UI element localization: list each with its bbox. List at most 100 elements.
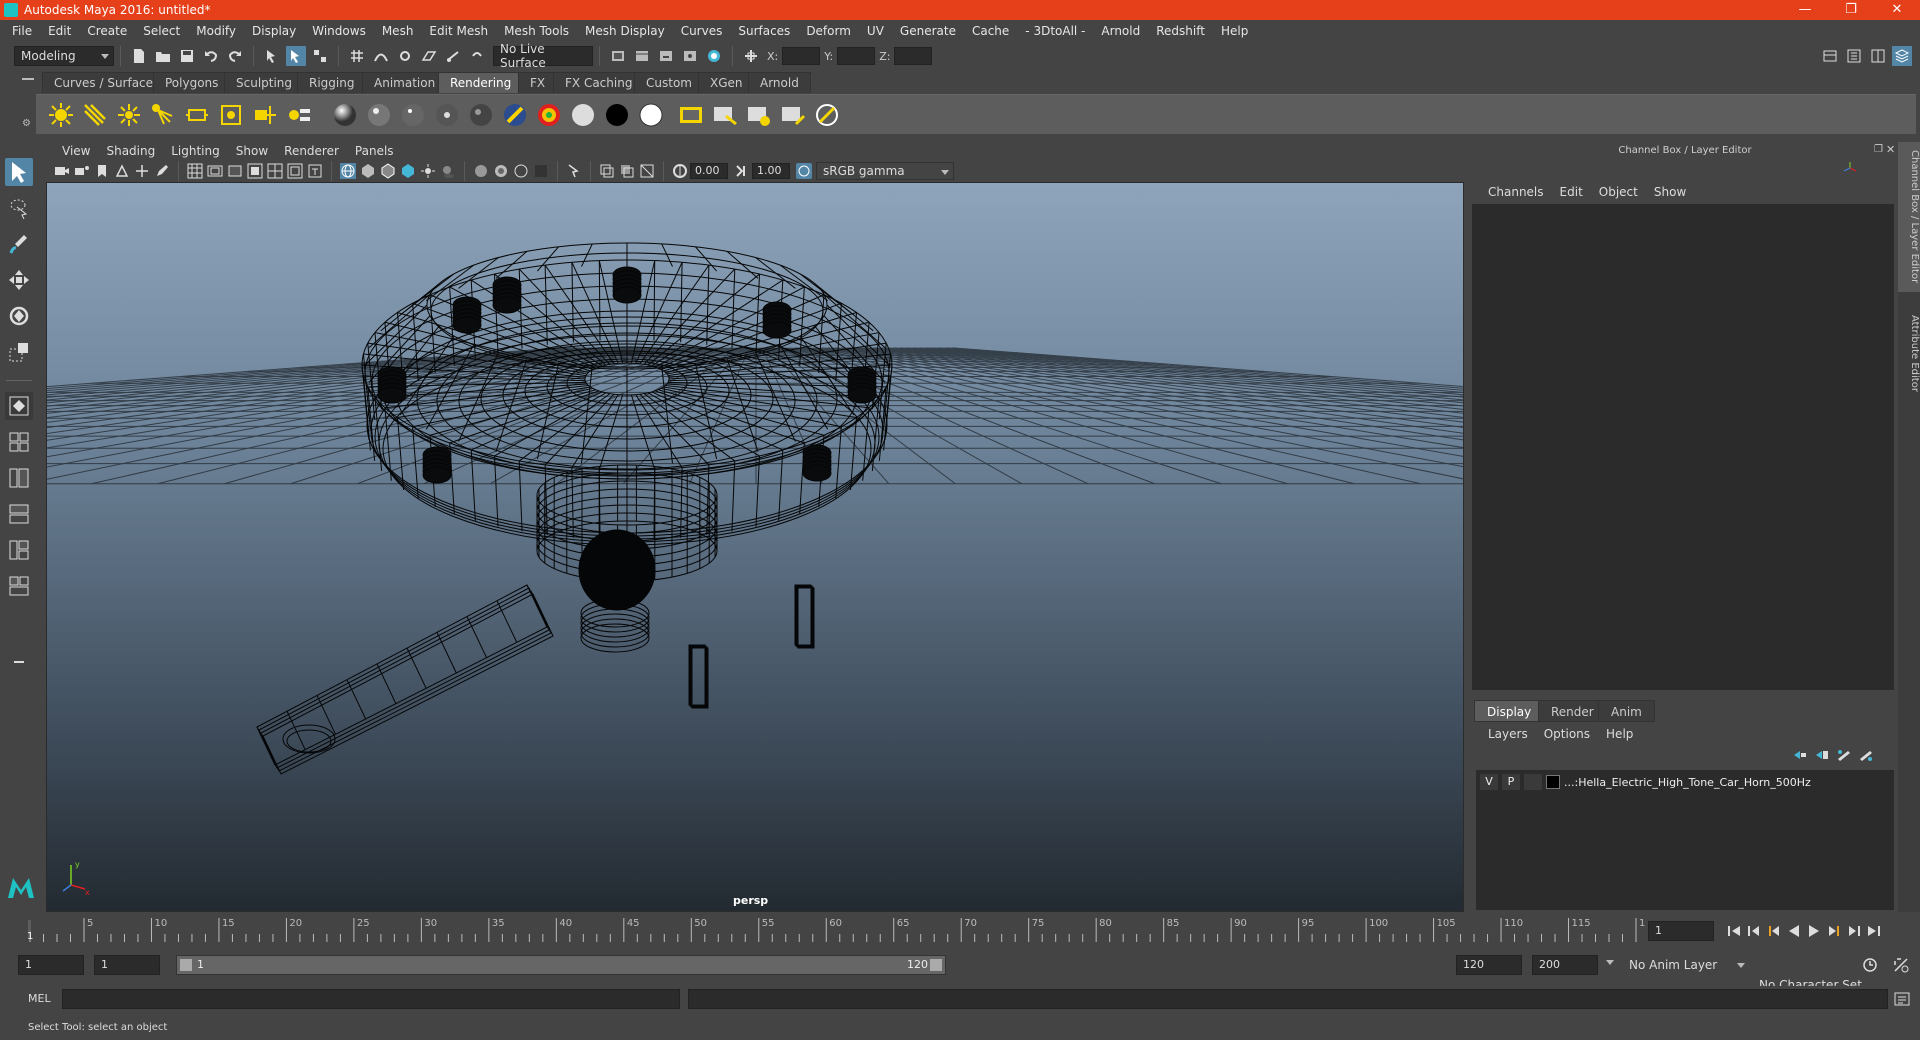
layer-color-swatch[interactable] <box>1546 775 1560 789</box>
select-hierarchy-icon[interactable] <box>262 46 282 66</box>
2d-pan-zoom-icon[interactable] <box>134 163 150 179</box>
snap-curve-icon[interactable] <box>371 46 391 66</box>
step-forward-frame-icon[interactable] <box>1846 923 1862 939</box>
shelf-tab-polygons[interactable]: Polygons <box>153 72 231 93</box>
render-frame-icon[interactable] <box>656 46 676 66</box>
field-chart-icon[interactable] <box>267 163 283 179</box>
channel-box-menu-edit[interactable]: Edit <box>1552 185 1591 199</box>
blinn-material-icon[interactable] <box>364 100 394 130</box>
anisotropic-material-icon[interactable] <box>432 100 462 130</box>
layer-menu-help[interactable]: Help <box>1598 727 1641 741</box>
gamma-field[interactable]: 1.00 <box>752 163 790 179</box>
minimize-button[interactable]: — <box>1782 0 1828 20</box>
area-light-icon[interactable] <box>182 100 212 130</box>
mel-label[interactable]: MEL <box>28 992 51 1005</box>
anim-layer-selector[interactable]: No Anim Layer <box>1622 955 1750 975</box>
range-slider[interactable]: 1 120 <box>176 955 946 975</box>
ambient-light-icon[interactable] <box>46 100 76 130</box>
shelf-tab-rendering[interactable]: Rendering <box>438 72 524 93</box>
shelf-tab-curves-surfaces[interactable]: Curves / Surfaces <box>42 72 172 93</box>
depth-of-field-icon[interactable] <box>533 163 549 179</box>
render-current-frame-icon[interactable] <box>710 100 740 130</box>
auto-key-icon[interactable] <box>1862 956 1880 977</box>
xray-components-icon[interactable] <box>639 163 655 179</box>
shadows-icon[interactable] <box>440 163 456 179</box>
directional-light-icon[interactable] <box>80 100 110 130</box>
hypershade-layout-icon[interactable] <box>5 572 33 600</box>
shelf-settings-icon[interactable]: ⚙ <box>22 118 31 129</box>
persp-outliner-layout-icon[interactable] <box>5 464 33 492</box>
side-tab-channel-box[interactable]: Channel Box / Layer Editor <box>1898 142 1920 292</box>
channel-box-menu-object[interactable]: Object <box>1591 185 1646 199</box>
layer-row[interactable]: V P ...:Hella_Electric_High_Tone_Car_Hor… <box>1480 774 1890 790</box>
render-layer-icon[interactable] <box>284 100 314 130</box>
menu-arnold[interactable]: Arnold <box>1093 24 1148 38</box>
layer-name[interactable]: ...:Hella_Electric_High_Tone_Car_Horn_50… <box>1564 776 1811 789</box>
menu-windows[interactable]: Windows <box>304 24 374 38</box>
close-button[interactable]: ✕ <box>1874 0 1920 20</box>
wireframe-on-shaded-icon[interactable] <box>380 163 396 179</box>
menu-modify[interactable]: Modify <box>188 24 244 38</box>
transform-constraint-icon[interactable] <box>741 46 761 66</box>
range-slider-start-handle[interactable] <box>180 959 192 971</box>
hypershade-icon[interactable] <box>704 46 724 66</box>
move-layer-up-icon[interactable] <box>1792 748 1808 765</box>
toolbox-collapse-icon[interactable] <box>5 648 33 676</box>
current-frame-field[interactable]: 1 <box>1648 921 1714 941</box>
gate-mask-icon[interactable] <box>247 163 263 179</box>
play-backwards-icon[interactable] <box>1786 923 1802 939</box>
new-scene-icon[interactable] <box>129 46 149 66</box>
camera-select-icon[interactable] <box>54 163 70 179</box>
exposure-icon[interactable] <box>672 163 688 179</box>
render-view-icon[interactable] <box>632 46 652 66</box>
color-management-icon[interactable] <box>796 163 812 179</box>
go-to-end-icon[interactable] <box>1866 923 1882 939</box>
wireframe-shading-icon[interactable] <box>340 163 356 179</box>
menu-cache[interactable]: Cache <box>964 24 1017 38</box>
shelf-tab-fx-caching[interactable]: FX Caching <box>553 72 645 93</box>
channel-box-menu-show[interactable]: Show <box>1646 185 1694 199</box>
textured-icon[interactable] <box>400 163 416 179</box>
snap-view-plane-icon[interactable] <box>419 46 439 66</box>
channel-box-toggle-icon[interactable] <box>1892 46 1912 66</box>
exposure-field[interactable]: 0.00 <box>690 163 728 179</box>
ipr-render-icon[interactable] <box>680 46 700 66</box>
script-editor-icon[interactable] <box>1894 991 1910 1010</box>
menu-generate[interactable]: Generate <box>892 24 964 38</box>
gamma-icon[interactable] <box>734 163 750 179</box>
scale-tool-icon[interactable] <box>5 338 33 366</box>
lambert-material-icon[interactable] <box>330 100 360 130</box>
persp-graph-layout-icon[interactable] <box>5 500 33 528</box>
step-back-frame-icon[interactable] <box>1746 923 1762 939</box>
select-component-icon[interactable] <box>310 46 330 66</box>
safe-action-icon[interactable] <box>287 163 303 179</box>
select-tool-icon[interactable] <box>5 158 33 186</box>
snap-point-icon[interactable] <box>395 46 415 66</box>
ipr-render-shelf-icon[interactable] <box>744 100 774 130</box>
end-time-field[interactable]: 200 <box>1532 955 1598 975</box>
layer-tab-render[interactable]: Render <box>1538 700 1607 722</box>
phong-material-icon[interactable] <box>398 100 428 130</box>
restore-button[interactable]: ❐ <box>1828 0 1874 20</box>
layer-menu-options[interactable]: Options <box>1536 727 1598 741</box>
layered-shader-icon[interactable] <box>500 100 530 130</box>
menu-edit[interactable]: Edit <box>40 24 79 38</box>
menu-display[interactable]: Display <box>244 24 304 38</box>
x-input[interactable] <box>782 47 821 65</box>
step-forward-key-icon[interactable] <box>1826 923 1842 939</box>
make-live-icon[interactable] <box>467 46 487 66</box>
white-shader-icon[interactable] <box>636 100 666 130</box>
paint-select-tool-icon[interactable] <box>5 230 33 258</box>
modeling-toolkit-icon[interactable] <box>1820 46 1840 66</box>
spot-light-icon[interactable] <box>148 100 178 130</box>
hypershade-shelf-icon[interactable] <box>812 100 842 130</box>
snap-grid-icon[interactable] <box>347 46 367 66</box>
play-forwards-icon[interactable] <box>1806 923 1822 939</box>
close-panel-icon[interactable]: ✕ <box>1886 143 1895 156</box>
viewport-menu-view[interactable]: View <box>54 144 98 158</box>
undo-icon[interactable] <box>201 46 221 66</box>
mode-selector[interactable]: Modeling <box>14 46 114 66</box>
menu-edit-mesh[interactable]: Edit Mesh <box>421 24 496 38</box>
menu-redshift[interactable]: Redshift <box>1148 24 1213 38</box>
move-tool-icon[interactable] <box>5 266 33 294</box>
